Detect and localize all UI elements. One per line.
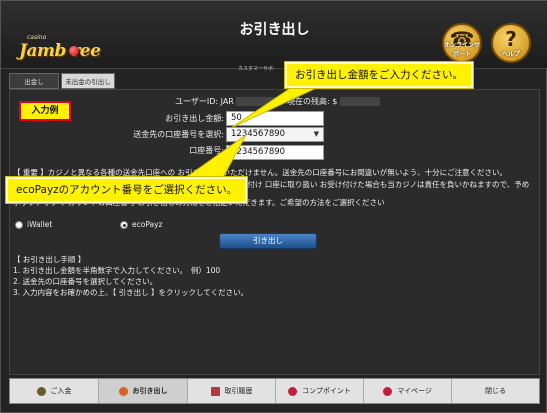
step-1: 1. お引き出し金額を半角数字で入力してください。 例）100 (13, 266, 221, 275)
withdraw-panel: 入力例 ユーザーID: JAR 現在の残高: $ お引き出し金額: 50 送金先… (9, 89, 540, 375)
nav-history-label: 取引履歴 (224, 387, 253, 395)
nav-withdraw[interactable]: お引き出し (99, 379, 188, 403)
method-ecopayz-label: ecoPayz (132, 220, 163, 229)
nav-history[interactable]: 取引履歴 (188, 379, 276, 403)
radio-checked-icon (120, 221, 128, 229)
help-button[interactable]: ? ヘルプ (491, 23, 531, 63)
app-window: casino Jamb ree お引き出し ☎ オンラインサポート ? ヘルプ … (0, 0, 547, 413)
tab-withdraw[interactable]: 出金し (9, 73, 59, 89)
callout-account: ecoPayzのアカウント番号をご選択ください。 (6, 177, 248, 203)
logo-ball-icon (69, 46, 79, 56)
steps: 【 お引き出し手順 】 1. お引き出し金額を半角数字で入力してください。 例）… (13, 254, 248, 298)
nav-deposit[interactable]: ご入金 (10, 379, 99, 403)
nav-deposit-label: ご入金 (50, 387, 72, 395)
method-iwallet-radio[interactable]: iWallet (15, 220, 52, 229)
example-badge: 入力例 (19, 101, 71, 121)
step-3: 3. 入力内容をお確かめの上、【 引き出し 】をクリックしてください。 (13, 288, 249, 297)
online-support-button[interactable]: ☎ オンラインサポート (442, 23, 482, 63)
nav-comp-points-label: コンプポイント (302, 387, 351, 395)
mypage-icon (383, 386, 393, 396)
help-icon: ? (505, 27, 517, 51)
withdraw-icon (118, 386, 128, 396)
balance-redacted (339, 97, 380, 106)
method-iwallet-label: iWallet (27, 220, 53, 229)
deposit-icon (36, 386, 46, 396)
amount-label: お引き出し金額: (165, 114, 224, 123)
history-icon (210, 386, 220, 396)
nav-close[interactable]: 閉じる (452, 379, 539, 403)
header: casino Jamb ree お引き出し ☎ オンラインサポート ? ヘルプ … (1, 1, 547, 72)
online-support-label: オンラインサポート (444, 42, 481, 58)
callout-amount: お引き出し金額をご入力ください。 (285, 62, 473, 88)
nav-withdraw-label: お引き出し (132, 387, 168, 395)
logo-text: Jamb ree (19, 41, 101, 61)
withdraw-submit-button[interactable]: 引き出し (219, 233, 317, 249)
comp-points-icon (288, 386, 298, 396)
help-label: ヘルプ (501, 51, 520, 58)
radio-unchecked-icon (15, 221, 23, 229)
steps-heading: 【 お引き出し手順 】 (13, 255, 86, 264)
nav-close-label: 閉じる (485, 387, 506, 395)
tab-pending-withdrawals[interactable]: 未出金の引出し (61, 73, 115, 89)
bottom-nav: ご入金 お引き出し 取引履歴 コンプポイント マイページ 閉じる (9, 378, 540, 404)
nav-comp-points[interactable]: コンプポイント (276, 379, 364, 403)
method-ecopayz-radio[interactable]: ecoPayz (120, 220, 162, 229)
nav-mypage-label: マイページ (397, 387, 432, 395)
step-2: 2. 送金先の口座番号を選択してください。 (13, 277, 158, 286)
nav-mypage[interactable]: マイページ (364, 379, 452, 403)
